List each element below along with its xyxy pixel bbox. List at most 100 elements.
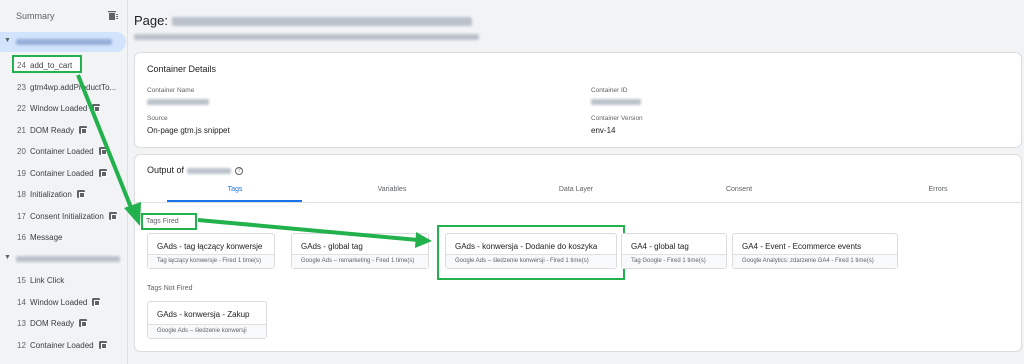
gtm-event-icon (79, 319, 87, 327)
sidebar-event-item[interactable]: 14 Window Loaded (0, 292, 126, 312)
caret-down-icon: ▼ (4, 37, 11, 44)
sidebar-event-item[interactable]: 16 Message (0, 227, 126, 247)
tab-tags[interactable]: Tags (185, 186, 285, 193)
gtm-event-icon (99, 147, 107, 155)
tag-name: GAds - global tag (301, 242, 363, 251)
tag-name: GA4 - global tag (631, 242, 689, 251)
event-number: 16 (17, 233, 26, 242)
tag-card[interactable]: GAds - konwersja - Dodanie do koszyka Go… (445, 233, 617, 269)
tag-card[interactable]: GAds - konwersja - Zakup Google Ads – śl… (147, 301, 267, 339)
tag-status: Tag łączący konwersje - Fired 1 time(s) (148, 254, 274, 268)
tab-errors[interactable]: Errors (888, 186, 988, 193)
tag-status: Google Ads – remarketing - Fired 1 time(… (292, 254, 428, 268)
event-label: add_to_cart (30, 61, 73, 70)
sidebar-event-item[interactable]: 22 Window Loaded (0, 98, 126, 118)
event-number: 20 (17, 147, 26, 156)
event-number: 23 (17, 82, 26, 92)
redacted-container-id (187, 167, 232, 174)
gtm-event-icon (79, 125, 87, 134)
event-number: 14 (17, 297, 26, 307)
output-card: Output of? Tags Variables Data Layer Con… (134, 154, 1022, 352)
output-title-prefix: Output of (147, 165, 185, 175)
redacted-page-title (171, 17, 472, 27)
event-number: 24 (17, 61, 26, 70)
container-details-card: Container Details Container Name Source … (134, 52, 1022, 148)
output-title: Output of? (147, 165, 244, 175)
main-panel: Page: Container Details Container Name S… (134, 0, 1024, 364)
redacted-container-id (591, 99, 641, 105)
event-label: Container Loaded (30, 147, 94, 156)
tag-name: GAds - konwersja - Dodanie do koszyka (455, 242, 598, 251)
gtm-event-icon (77, 190, 85, 198)
container-id-label: Container ID (591, 87, 628, 94)
event-number: 19 (17, 168, 26, 178)
gtm-event-icon (99, 168, 107, 177)
redacted-page-url-line (134, 34, 479, 40)
event-label: Container Loaded (30, 168, 94, 178)
tabs-divider (135, 202, 1021, 203)
tags-fired-label: Tags Fired (146, 218, 179, 225)
gtm-event-icon (99, 340, 107, 349)
tag-card[interactable]: GAds - tag łączący konwersje Tag łączący… (147, 233, 275, 269)
sidebar-page-previous[interactable]: ▼ (0, 250, 126, 268)
tag-status: Google Ads – śledzenie konwersji - Fired… (446, 254, 616, 268)
sidebar-event-item[interactable]: 18 Initialization (0, 184, 126, 204)
tag-status: Tag Google - Fired 1 time(s) (622, 254, 726, 268)
sidebar-event-item[interactable]: 13 DOM Ready (0, 313, 126, 333)
event-label: Link Click (30, 276, 65, 285)
container-name-label: Container Name (147, 87, 195, 94)
event-number: 17 (17, 211, 26, 221)
help-icon[interactable]: ? (235, 166, 244, 175)
page-title-prefix: Page: (134, 13, 168, 28)
redacted-page-url (16, 39, 112, 45)
redacted-page-url (16, 256, 120, 262)
event-number: 22 (17, 104, 26, 113)
event-label: DOM Ready (30, 125, 75, 135)
tag-card[interactable]: GA4 - global tag Tag Google - Fired 1 ti… (621, 233, 727, 269)
container-details-title: Container Details (147, 64, 217, 74)
event-label: DOM Ready (30, 319, 75, 328)
caret-down-icon: ▼ (4, 254, 11, 261)
event-label: Window Loaded (30, 104, 88, 113)
event-label: Container Loaded (30, 340, 94, 350)
sidebar-event-item[interactable]: 15 Link Click (0, 270, 126, 290)
event-label: Message (30, 233, 63, 242)
sidebar-event-item[interactable]: 23 gtm4wp.addProductTo... (0, 77, 126, 97)
event-label: Initialization (30, 190, 72, 199)
tab-variables[interactable]: Variables (342, 186, 442, 193)
tag-name: GAds - konwersja - Zakup (157, 310, 250, 319)
tag-name: GA4 - Event - Ecommerce events (742, 242, 862, 251)
sidebar-event-item[interactable]: 20 Container Loaded (0, 141, 126, 161)
event-label: Consent Initialization (30, 211, 104, 221)
tab-data-layer[interactable]: Data Layer (526, 186, 626, 193)
sidebar-event-item[interactable]: 17 Consent Initialization (0, 206, 126, 226)
container-version-label: Container Version (591, 115, 643, 122)
event-number: 12 (17, 340, 26, 350)
event-label: gtm4wp.addProductTo... (30, 82, 117, 92)
tag-status: Google Ads – śledzenie konwersji (148, 324, 266, 338)
tag-status: Google Analytics: zdarzenie GA4 - Fired … (733, 254, 897, 268)
event-number: 18 (17, 190, 26, 199)
sidebar-event-item[interactable]: 12 Container Loaded (0, 335, 126, 355)
gtm-event-icon (109, 211, 117, 220)
container-version-value: env-14 (591, 126, 616, 135)
event-number: 21 (17, 125, 26, 135)
redacted-container-name (147, 99, 209, 105)
tags-not-fired-label: Tags Not Fired (147, 285, 193, 292)
clear-icon[interactable] (108, 10, 118, 21)
sidebar-page-current[interactable]: ▼ (0, 32, 126, 52)
tag-card[interactable]: GAds - global tag Google Ads – remarketi… (291, 233, 429, 269)
source-label: Source (147, 115, 168, 122)
source-value: On-page gtm.js snippet (147, 126, 230, 135)
sidebar-event-item[interactable]: 19 Container Loaded (0, 163, 126, 183)
gtm-event-icon (92, 297, 100, 306)
gtm-event-icon (92, 104, 100, 112)
page-title: Page: (134, 13, 472, 28)
tab-consent[interactable]: Consent (689, 186, 789, 193)
sidebar-event-item[interactable]: 24 add_to_cart (0, 55, 126, 75)
summary-link[interactable]: Summary (16, 11, 55, 21)
event-number: 13 (17, 319, 26, 328)
tag-name: GAds - tag łączący konwersje (157, 242, 263, 251)
sidebar-event-item[interactable]: 21 DOM Ready (0, 120, 126, 140)
tag-card[interactable]: GA4 - Event - Ecommerce events Google An… (732, 233, 898, 269)
